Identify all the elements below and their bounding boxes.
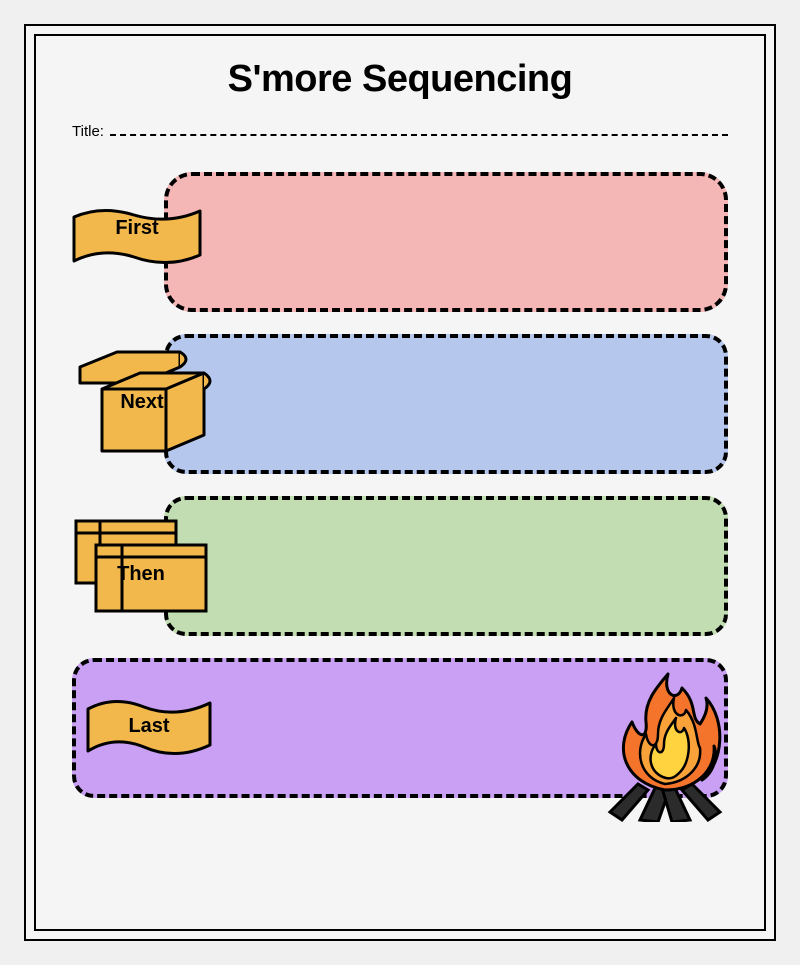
step-box-first[interactable]	[164, 172, 728, 312]
step-tag-last: Last	[86, 697, 212, 759]
step-last: Last	[72, 658, 728, 798]
step-label-then: Then	[72, 563, 210, 586]
step-tag-then: Then	[72, 517, 210, 615]
title-field-line[interactable]	[110, 124, 728, 136]
page-outer-frame: S'more Sequencing Title: First	[24, 24, 776, 941]
step-label-next: Next	[72, 391, 212, 414]
step-label-last: Last	[86, 715, 212, 738]
campfire-icon	[590, 662, 740, 822]
step-tag-next: Next	[72, 349, 212, 459]
step-box-next[interactable]	[164, 334, 728, 474]
step-box-then[interactable]	[164, 496, 728, 636]
title-field-label: Title:	[72, 123, 104, 140]
step-then: Then	[72, 496, 728, 636]
step-first: First	[72, 172, 728, 312]
step-label-first: First	[72, 217, 202, 240]
steps-container: First Next	[72, 172, 728, 798]
page-inner-frame: S'more Sequencing Title: First	[34, 34, 766, 931]
worksheet-title: S'more Sequencing	[72, 58, 728, 101]
step-next: Next	[72, 334, 728, 474]
step-tag-first: First	[72, 203, 202, 269]
title-field-row: Title:	[72, 123, 728, 140]
